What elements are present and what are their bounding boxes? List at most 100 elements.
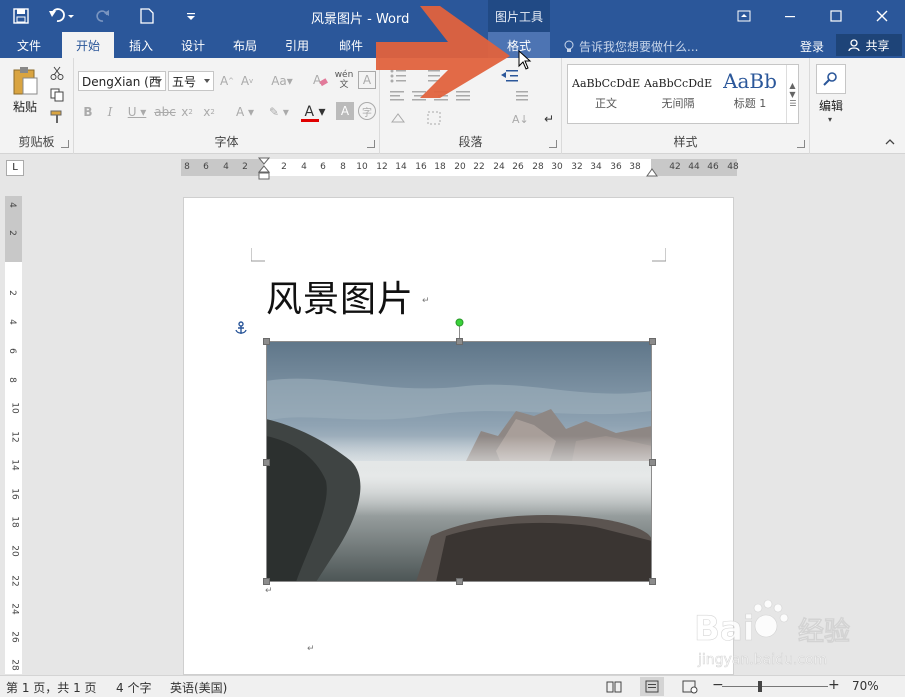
resize-handle-nw[interactable] xyxy=(263,338,270,345)
vertical-ruler[interactable]: 4 2 2 4 6 8 10 12 14 16 18 20 22 24 26 28 xyxy=(5,196,22,674)
copy-icon[interactable] xyxy=(48,86,66,104)
style-no-spacing[interactable]: AaBbCcDdE 无间隔 xyxy=(644,69,712,119)
vertical-ruler-tick-label: 6 xyxy=(6,348,17,354)
character-border-icon[interactable]: A xyxy=(358,71,376,89)
svg-text:经验: 经验 xyxy=(798,616,850,647)
ruler-tick-label: 18 xyxy=(434,162,446,172)
bold-icon[interactable]: B xyxy=(80,102,96,122)
page-count[interactable]: 第 1 页，共 1 页 xyxy=(6,679,97,696)
minimize-icon[interactable] xyxy=(767,0,813,32)
find-icon[interactable] xyxy=(816,64,846,94)
resize-handle-n[interactable] xyxy=(456,338,463,345)
window-controls xyxy=(721,0,905,32)
resize-handle-s[interactable] xyxy=(456,578,463,585)
font-color-button[interactable]: A ▾ xyxy=(298,102,332,124)
grow-font-icon[interactable]: A ^ xyxy=(218,71,236,91)
document-title[interactable]: 风景图片 xyxy=(266,270,414,322)
shading-border-sort-icon[interactable]: A↓ ↵ xyxy=(388,108,558,130)
zoom-in-icon[interactable]: + xyxy=(828,677,840,693)
right-indent-icon[interactable] xyxy=(646,167,658,177)
list-buttons-icon[interactable] xyxy=(388,66,528,86)
font-dialog-launcher[interactable] xyxy=(367,140,375,148)
tab-selector[interactable]: L xyxy=(6,160,24,176)
ruler-tick-label: 2 xyxy=(281,162,287,172)
resize-handle-se[interactable] xyxy=(649,578,656,585)
styles-scroll-icon[interactable]: ▲ ▼ ☰ xyxy=(786,65,799,123)
resize-handle-e[interactable] xyxy=(649,459,656,466)
customize-qat-icon[interactable] xyxy=(180,6,202,26)
zoom-slider-thumb[interactable] xyxy=(758,681,762,692)
style-heading-1[interactable]: AaBb 标题 1 xyxy=(716,69,784,119)
landscape-image xyxy=(266,341,652,582)
ribbon-display-options-icon[interactable] xyxy=(721,0,767,32)
styles-dialog-launcher[interactable] xyxy=(797,140,805,148)
strikethrough-icon[interactable]: abc xyxy=(154,102,176,122)
close-icon[interactable] xyxy=(859,0,905,32)
read-mode-icon[interactable] xyxy=(606,680,622,694)
font-size-combo[interactable]: 五号 xyxy=(168,71,214,91)
new-document-icon[interactable] xyxy=(136,6,158,26)
window-title: 风景图片 - Word xyxy=(311,12,410,27)
tab-home[interactable]: 开始 xyxy=(62,32,114,58)
vertical-ruler-tick-label: 20 xyxy=(9,545,20,557)
lightbulb-icon xyxy=(564,40,574,52)
horizontal-ruler[interactable]: 8 6 4 2 2 4 6 8 10 12 14 16 18 20 22 24 26 28 30 32 34 36 38 42… xyxy=(181,157,739,180)
tab-references[interactable]: 引用 xyxy=(274,32,320,58)
text-effects-icon[interactable]: A ▾ xyxy=(230,102,260,122)
landscape-picture[interactable] xyxy=(266,341,652,582)
style-sample: AaBbCcDdE xyxy=(644,77,712,90)
web-layout-icon[interactable] xyxy=(682,680,698,694)
format-painter-icon[interactable] xyxy=(48,108,66,126)
sign-in-link[interactable]: 登录 xyxy=(800,38,824,55)
underline-icon[interactable]: U ▾ xyxy=(124,102,150,122)
resize-handle-sw[interactable] xyxy=(263,578,270,585)
editing-dropdown-icon[interactable]: ▾ xyxy=(824,114,836,124)
style-normal[interactable]: AaBbCcDdE 正文 xyxy=(572,69,640,119)
ruler-tick-label: 48 xyxy=(727,162,739,172)
resize-handle-w[interactable] xyxy=(263,459,270,466)
svg-text:A: A xyxy=(313,73,322,87)
language-indicator[interactable]: 英语(美国) xyxy=(170,679,227,696)
redo-icon[interactable] xyxy=(92,6,114,26)
resize-handle-ne[interactable] xyxy=(649,338,656,345)
share-label: 共享 xyxy=(865,38,890,53)
collapse-ribbon-icon[interactable] xyxy=(885,135,895,149)
change-case-button[interactable]: Aa ▾ xyxy=(268,71,296,91)
tab-file[interactable]: 文件 xyxy=(4,32,54,58)
share-button[interactable]: 共享 xyxy=(836,34,902,56)
style-sample: AaBbCcDdE xyxy=(572,77,640,90)
zoom-level[interactable]: 70% xyxy=(852,679,879,693)
clipboard-dialog-launcher[interactable] xyxy=(61,140,69,148)
save-icon[interactable] xyxy=(10,6,32,26)
italic-icon[interactable]: I xyxy=(102,102,118,122)
paragraph-dialog-launcher[interactable] xyxy=(549,140,557,148)
tab-mailings[interactable]: 邮件 xyxy=(328,32,374,58)
subscript-icon[interactable]: x2 xyxy=(178,102,196,122)
undo-icon[interactable] xyxy=(46,6,78,26)
cut-icon[interactable] xyxy=(48,64,66,82)
svg-text:jingyan.baidu.com: jingyan.baidu.com xyxy=(697,652,827,668)
zoom-out-icon[interactable]: − xyxy=(712,677,724,693)
indent-markers-icon[interactable] xyxy=(258,157,270,183)
print-layout-button[interactable] xyxy=(640,677,664,696)
font-name-combo[interactable]: DengXian (西 xyxy=(78,71,166,91)
phonetic-guide-button[interactable]: wén 文 xyxy=(334,68,354,92)
superscript-icon[interactable]: x2 xyxy=(200,102,218,122)
ruler-tick-label: 26 xyxy=(512,162,524,172)
anchor-icon[interactable] xyxy=(234,321,248,335)
word-count[interactable]: 4 个字 xyxy=(116,679,151,696)
paste-button[interactable]: 粘贴 xyxy=(8,64,42,116)
maximize-icon[interactable] xyxy=(813,0,859,32)
zoom-slider-track[interactable] xyxy=(722,686,828,687)
tell-me-box[interactable]: 告诉我您想要做什么... xyxy=(564,38,698,55)
editing-label[interactable]: 编辑 xyxy=(812,96,850,114)
highlight-icon[interactable]: ✎ ▾ xyxy=(264,102,294,122)
shrink-font-icon[interactable]: Av xyxy=(238,71,256,91)
character-shading-icon[interactable]: A xyxy=(336,102,354,120)
clear-formatting-icon[interactable]: A xyxy=(310,70,330,90)
tab-layout[interactable]: 布局 xyxy=(222,32,268,58)
alignment-buttons-icon[interactable] xyxy=(388,88,558,106)
tab-insert[interactable]: 插入 xyxy=(118,32,164,58)
tab-design[interactable]: 设计 xyxy=(170,32,216,58)
enclose-characters-icon[interactable]: 字 xyxy=(358,102,376,120)
